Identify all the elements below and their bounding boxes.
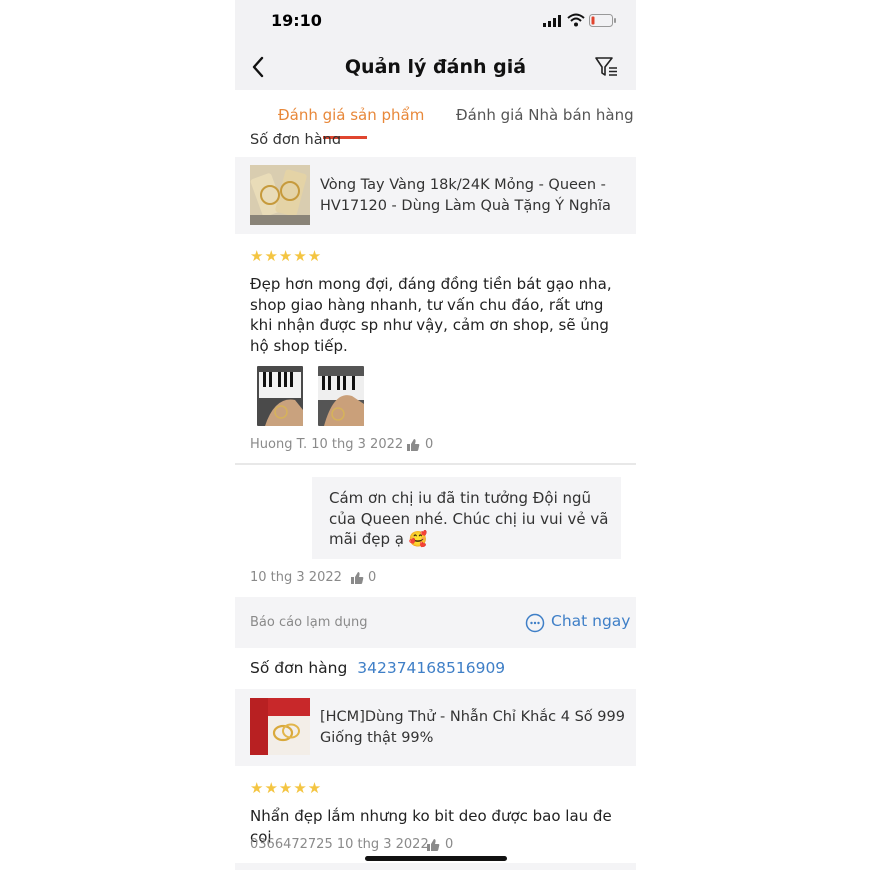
rating-stars-2: ★★★★★ bbox=[250, 779, 323, 797]
like-count-2: 0 bbox=[445, 837, 454, 852]
review-text-1: Đẹp hơn mong đợi, đáng đồng tiền bát gạo… bbox=[250, 275, 612, 355]
chat-icon[interactable] bbox=[525, 613, 545, 633]
filter-icon[interactable] bbox=[594, 56, 618, 78]
review-author-date-2: 0366472725 10 thg 3 2022 bbox=[250, 837, 429, 852]
divider bbox=[235, 463, 636, 465]
review-action-bar: Báo cáo lạm dụng Chat ngay bbox=[235, 597, 636, 648]
thumbs-up-icon[interactable] bbox=[406, 438, 420, 452]
battery-icon bbox=[589, 14, 616, 27]
seller-reply-box: Cám ơn chị iu đã tin tưởng Đội ngũ của Q… bbox=[312, 477, 621, 559]
tab-seller-reviews[interactable]: Đánh giá Nhà bán hàng bbox=[456, 106, 634, 124]
wifi-icon bbox=[567, 13, 585, 27]
order-row-2: Số đơn hàng 342374168516909 bbox=[250, 659, 505, 677]
thumbs-up-icon[interactable] bbox=[426, 838, 440, 852]
status-time: 19:10 bbox=[271, 11, 322, 30]
home-indicator bbox=[365, 856, 507, 861]
bracelet-product-image bbox=[250, 165, 310, 225]
signal-icon bbox=[543, 15, 561, 27]
rating-stars-1: ★★★★★ bbox=[250, 247, 323, 265]
review-photo-1[interactable] bbox=[257, 366, 303, 426]
like-count-1: 0 bbox=[425, 437, 434, 452]
phone-screen: 19:10 Quản lý đánh giá Đánh giá sản phẩm… bbox=[235, 0, 636, 870]
reply-like-count: 0 bbox=[368, 570, 377, 585]
order-number[interactable]: 342374168516909 bbox=[357, 659, 505, 677]
order-label: Số đơn hàng bbox=[250, 659, 348, 677]
review-photo-2[interactable] bbox=[318, 366, 364, 426]
tab-bar: Đánh giá sản phẩm Đánh giá Nhà bán hàng bbox=[235, 90, 636, 134]
nav-header: Quản lý đánh giá bbox=[235, 44, 636, 90]
order-row-1: Số đơn hàng bbox=[250, 130, 341, 144]
tab-product-reviews[interactable]: Đánh giá sản phẩm bbox=[278, 106, 424, 124]
page-title: Quản lý đánh giá bbox=[344, 56, 527, 78]
ring-product-image bbox=[250, 698, 310, 755]
product-name-1: Vòng Tay Vàng 18k/24K Mỏng - Queen - HV1… bbox=[320, 177, 611, 214]
section-separator bbox=[235, 863, 636, 870]
seller-reply-text: Cám ơn chị iu đã tin tưởng Đội ngũ của Q… bbox=[329, 489, 609, 548]
product-card-1[interactable]: Vòng Tay Vàng 18k/24K Mỏng - Queen - HV1… bbox=[235, 157, 636, 234]
chat-now-button[interactable]: Chat ngay bbox=[551, 612, 630, 630]
order-label: Số đơn hàng bbox=[250, 132, 342, 144]
review-author-date-1: Huong T. 10 thg 3 2022 bbox=[250, 437, 404, 452]
product-card-2[interactable]: [HCM]Dùng Thử - Nhẫn Chỉ Khắc 4 Số 999 G… bbox=[235, 689, 636, 766]
thumbs-up-icon[interactable] bbox=[350, 571, 364, 585]
report-abuse-link[interactable]: Báo cáo lạm dụng bbox=[250, 615, 368, 630]
reply-date: 10 thg 3 2022 bbox=[250, 570, 342, 585]
status-bar: 19:10 bbox=[235, 0, 636, 44]
product-name-2: [HCM]Dùng Thử - Nhẫn Chỉ Khắc 4 Số 999 G… bbox=[320, 709, 625, 746]
